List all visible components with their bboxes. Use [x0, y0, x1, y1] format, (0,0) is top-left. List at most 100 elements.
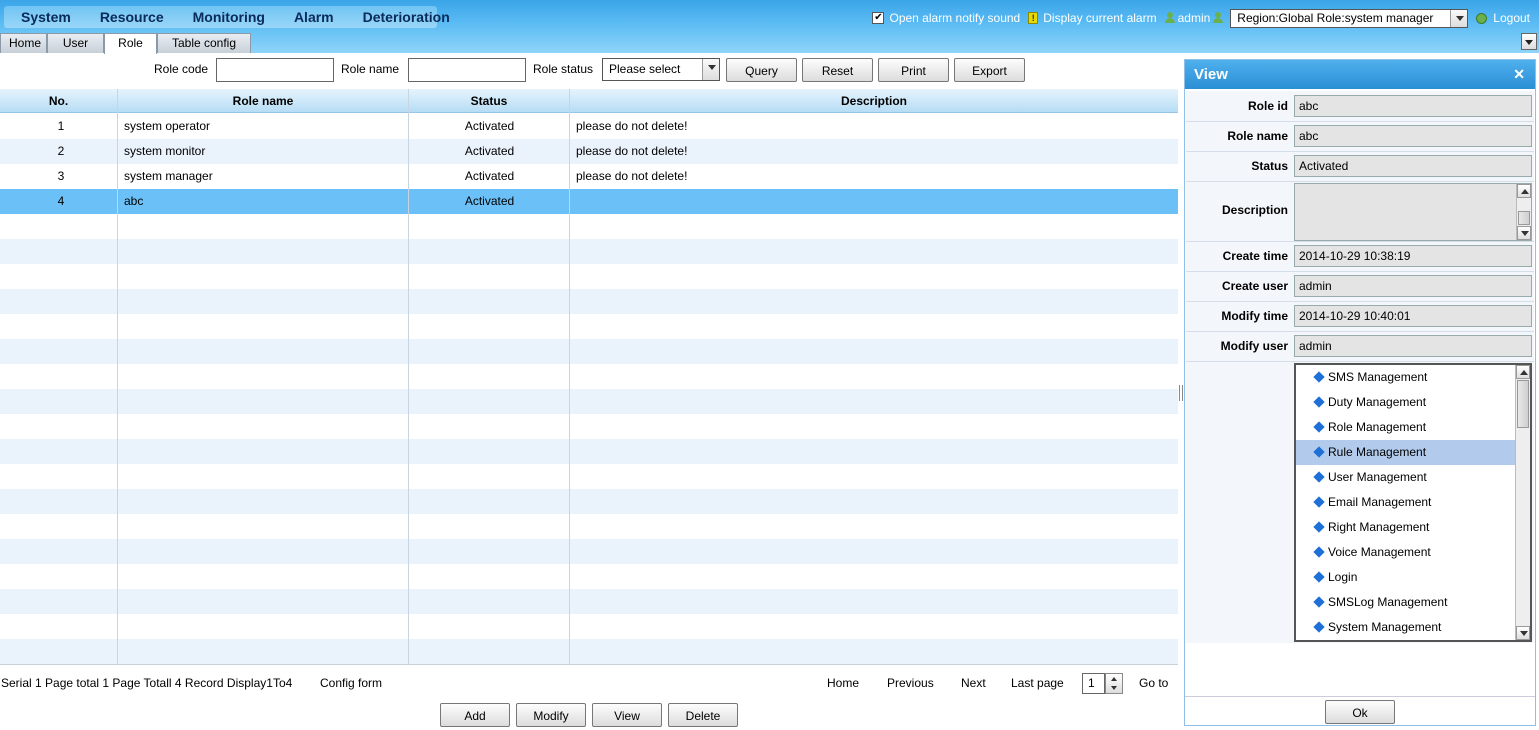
- diamond-icon: [1313, 596, 1325, 608]
- page-number-input[interactable]: 1: [1082, 673, 1105, 694]
- modify-time-value: 2014-10-29 10:40:01: [1294, 305, 1532, 327]
- scroll-thumb[interactable]: [1518, 211, 1530, 225]
- tab-user[interactable]: User: [47, 33, 104, 53]
- role-status-select[interactable]: Please select: [602, 58, 720, 81]
- role-name-value: abc: [1294, 125, 1532, 147]
- empty-row: [0, 364, 1178, 389]
- permission-item[interactable]: Email Management: [1296, 490, 1517, 515]
- pagination-bar: Serial 1 Page total 1 Page Totall 4 Reco…: [0, 673, 1178, 694]
- permission-item-selected[interactable]: Rule Management: [1296, 440, 1517, 465]
- alarm-sound-label: Open alarm notify sound: [889, 11, 1021, 25]
- tab-home[interactable]: Home: [0, 33, 47, 53]
- scroll-up-icon[interactable]: [1517, 184, 1531, 198]
- display-alarm-label: Display current alarm: [1043, 11, 1157, 25]
- scroll-up-icon[interactable]: [1516, 365, 1530, 379]
- table-row-selected[interactable]: 4 abc Activated: [0, 189, 1178, 214]
- chevron-down-icon[interactable]: [1450, 9, 1468, 27]
- cell-no: 3: [57, 169, 65, 183]
- cell-no: 1: [57, 119, 65, 133]
- menu-monitoring[interactable]: Monitoring: [176, 9, 277, 25]
- previous-page-link[interactable]: Previous: [887, 676, 934, 690]
- permission-item[interactable]: Right Management: [1296, 515, 1517, 540]
- permission-label: System Management: [1328, 620, 1442, 634]
- column-divider: [117, 89, 118, 664]
- permission-item[interactable]: System Management: [1296, 615, 1517, 640]
- alarm-sound-checkbox[interactable]: ✔: [872, 12, 885, 24]
- header-role-name[interactable]: Role name: [118, 89, 409, 113]
- field-status: Status Activated: [1186, 151, 1534, 181]
- permission-scrollbar[interactable]: [1515, 365, 1530, 640]
- scroll-thumb[interactable]: [1517, 380, 1529, 428]
- menu-deterioration[interactable]: Deterioration: [346, 9, 462, 25]
- create-time-value: 2014-10-29 10:38:19: [1294, 245, 1532, 267]
- go-to-link[interactable]: Go to: [1139, 676, 1168, 690]
- close-icon[interactable]: ✕: [1513, 60, 1525, 89]
- display-alarm-link[interactable]: ! Display current alarm: [1028, 11, 1157, 25]
- header-description[interactable]: Description: [570, 89, 1178, 113]
- alarm-sound-toggle[interactable]: ✔ Open alarm notify sound: [872, 11, 1020, 25]
- menu-resource[interactable]: Resource: [83, 9, 176, 25]
- home-page-link[interactable]: Home: [827, 676, 859, 690]
- permission-item[interactable]: Duty Management: [1296, 390, 1517, 415]
- header-status[interactable]: Status: [409, 89, 570, 113]
- cell-status: Activated: [464, 119, 515, 133]
- scroll-down-icon[interactable]: [1516, 626, 1530, 640]
- ok-button[interactable]: Ok: [1325, 700, 1395, 724]
- permission-label: Duty Management: [1328, 395, 1427, 409]
- add-button[interactable]: Add: [440, 703, 510, 727]
- permission-item[interactable]: Voice Management: [1296, 540, 1517, 565]
- field-label: Role id: [1247, 99, 1288, 113]
- users-icon: [1213, 12, 1224, 24]
- permission-item[interactable]: Login: [1296, 565, 1517, 590]
- permission-tree[interactable]: SMS Management Duty Management Role Mana…: [1294, 363, 1532, 642]
- scroll-down-icon[interactable]: [1517, 226, 1531, 240]
- cell-no: 2: [57, 144, 65, 158]
- logout-label: Logout: [1493, 11, 1530, 25]
- header-no[interactable]: No.: [0, 89, 118, 113]
- table-row[interactable]: 3 system manager Activated please do not…: [0, 164, 1178, 189]
- current-user: admin: [1164, 11, 1227, 25]
- logout-link[interactable]: Logout: [1476, 11, 1530, 25]
- empty-row: [0, 639, 1178, 664]
- tab-role[interactable]: Role: [104, 33, 157, 54]
- table-row[interactable]: 1 system operator Activated please do no…: [0, 114, 1178, 139]
- last-page-link[interactable]: Last page: [1011, 676, 1064, 690]
- region-role-select[interactable]: Region:Global Role:system manager: [1230, 8, 1469, 28]
- description-scrollbar[interactable]: [1516, 184, 1531, 240]
- tab-table-config[interactable]: Table config: [157, 33, 251, 53]
- table-header: No. Role name Status Description: [0, 89, 1178, 113]
- diamond-icon: [1313, 621, 1325, 633]
- collapse-toggle-button[interactable]: [1521, 33, 1537, 50]
- reset-button[interactable]: Reset: [802, 58, 873, 82]
- status-value: Activated: [1294, 155, 1532, 177]
- page-stepper[interactable]: [1105, 673, 1123, 694]
- empty-row: [0, 514, 1178, 539]
- role-code-input[interactable]: [216, 58, 334, 82]
- export-button[interactable]: Export: [954, 58, 1025, 82]
- permission-item[interactable]: SMSLog Management: [1296, 590, 1517, 615]
- menu-alarm[interactable]: Alarm: [277, 9, 346, 25]
- cell-status: Activated: [464, 194, 515, 208]
- power-icon: [1476, 12, 1488, 24]
- view-button[interactable]: View: [592, 703, 662, 727]
- cell-role-name: abc: [124, 194, 144, 208]
- permission-item[interactable]: SMS Management: [1296, 365, 1517, 390]
- modify-button[interactable]: Modify: [516, 703, 586, 727]
- chevron-down-icon[interactable]: [702, 59, 719, 80]
- table-row[interactable]: 2 system monitor Activated please do not…: [0, 139, 1178, 164]
- role-name-input[interactable]: [408, 58, 526, 82]
- cell-role-name: system operator: [124, 119, 211, 133]
- permission-item[interactable]: Role Management: [1296, 415, 1517, 440]
- divider: [1186, 361, 1534, 362]
- config-form-link[interactable]: Config form: [320, 676, 382, 690]
- cell-role-name: system monitor: [124, 144, 206, 158]
- description-textarea[interactable]: [1294, 183, 1532, 241]
- permission-item[interactable]: User Management: [1296, 465, 1517, 490]
- menu-system[interactable]: System: [4, 9, 83, 25]
- print-button[interactable]: Print: [878, 58, 949, 82]
- create-user-value: admin: [1294, 275, 1532, 297]
- next-page-link[interactable]: Next: [961, 676, 986, 690]
- delete-button[interactable]: Delete: [668, 703, 738, 727]
- top-right-area: ✔ Open alarm notify sound ! Display curr…: [872, 8, 1539, 28]
- query-button[interactable]: Query: [726, 58, 797, 82]
